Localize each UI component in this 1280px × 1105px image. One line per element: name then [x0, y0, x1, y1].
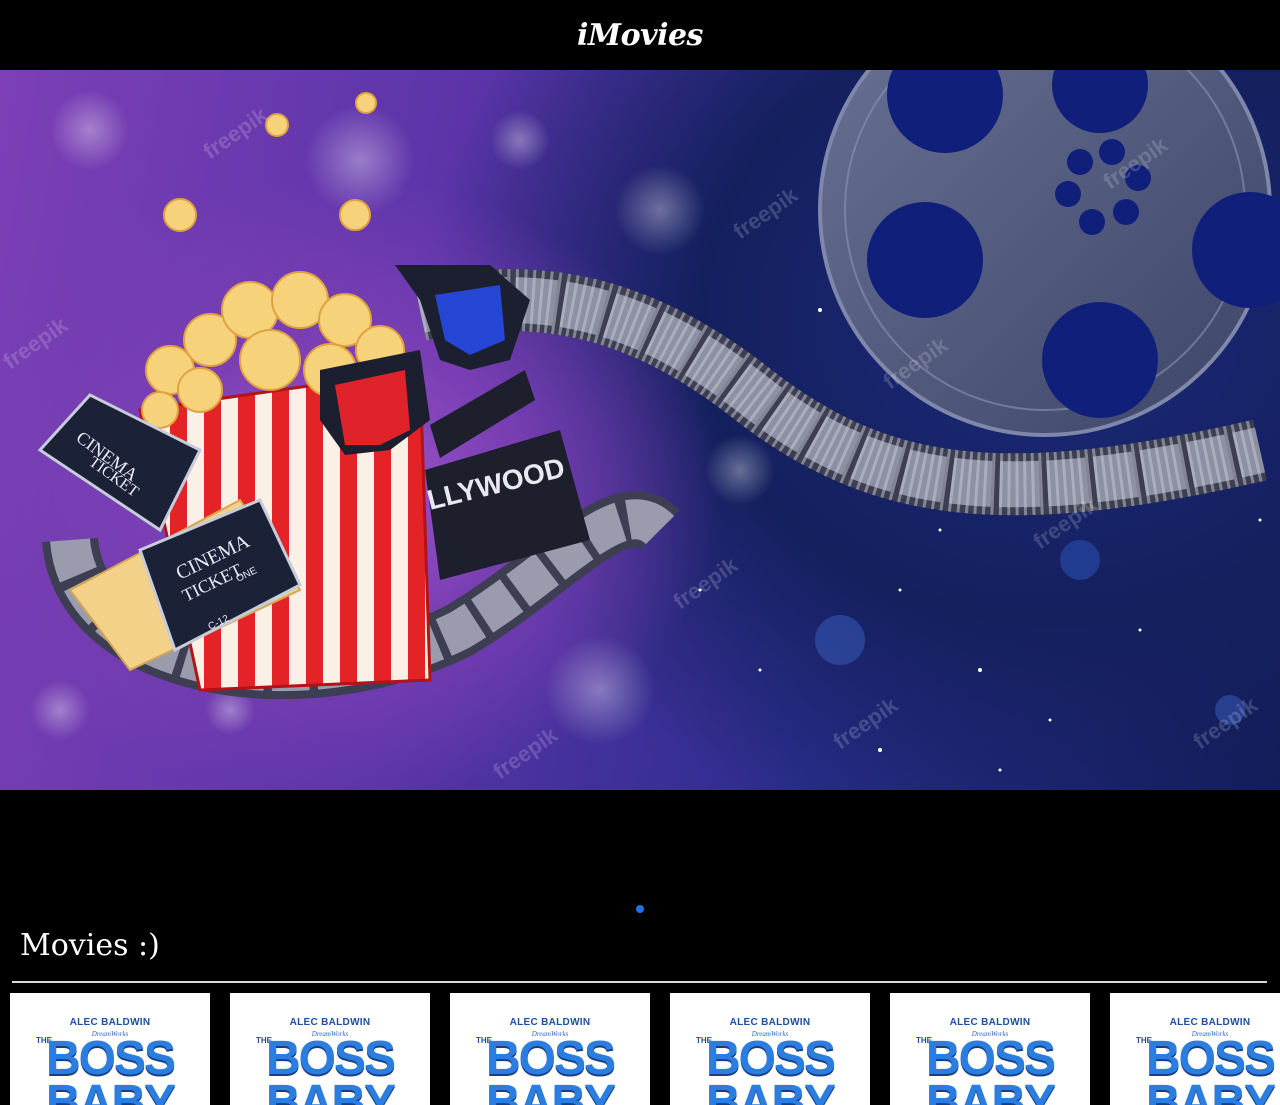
movie-card[interactable]: ALEC BALDWIN DreamWorks THE BOSS BABY: [10, 993, 210, 1105]
movie-card[interactable]: ALEC BALDWIN DreamWorks THE BOSS BABY: [230, 993, 430, 1105]
svg-text:freepik: freepik: [669, 552, 743, 614]
poster-title: BOSS BABY: [45, 1032, 176, 1105]
svg-text:freepik: freepik: [489, 722, 563, 784]
svg-text:freepik: freepik: [0, 312, 73, 374]
carousel-indicator-dot[interactable]: [636, 905, 644, 913]
poster-title: BOSS BABY: [1145, 1032, 1276, 1105]
movies-list: ALEC BALDWIN DreamWorks THE BOSS BABY AL…: [10, 993, 1280, 1105]
section-divider: [12, 981, 1267, 983]
movie-card[interactable]: ALEC BALDWIN DreamWorks THE BOSS BABY: [450, 993, 650, 1105]
poster-credit: ALEC BALDWIN: [289, 1017, 371, 1028]
site-logo[interactable]: iMovies: [577, 18, 703, 53]
poster-credit: ALEC BALDWIN: [729, 1017, 811, 1028]
poster-credit: ALEC BALDWIN: [509, 1017, 591, 1028]
top-bar: iMovies: [0, 0, 1280, 70]
svg-text:freepik: freepik: [829, 692, 903, 754]
movie-card[interactable]: ALEC BALDWIN DreamWorks THE BOSS BABY: [890, 993, 1090, 1105]
poster-credit: ALEC BALDWIN: [1169, 1017, 1251, 1028]
movie-card[interactable]: ALEC BALDWIN DreamWorks THE BOSS BABY: [670, 993, 870, 1105]
movie-card[interactable]: ALEC BALDWIN DreamWorks THE BOSS BABY: [1110, 993, 1280, 1105]
poster-credit: ALEC BALDWIN: [69, 1017, 151, 1028]
movies-heading: Movies :): [20, 928, 160, 963]
svg-text:freepik: freepik: [199, 102, 273, 164]
svg-text:freepik: freepik: [729, 182, 803, 244]
poster-title: BOSS BABY: [265, 1032, 396, 1105]
hero-banner[interactable]: LLYWOOD CINEMA TICKET CINEMA TICKET C-12…: [0, 70, 1280, 790]
poster-title: BOSS BABY: [925, 1032, 1056, 1105]
hero-illustration: LLYWOOD CINEMA TICKET CINEMA TICKET C-12…: [0, 70, 1280, 784]
poster-title: BOSS BABY: [705, 1032, 836, 1105]
poster-title: BOSS BABY: [485, 1032, 616, 1105]
poster-credit: ALEC BALDWIN: [949, 1017, 1031, 1028]
